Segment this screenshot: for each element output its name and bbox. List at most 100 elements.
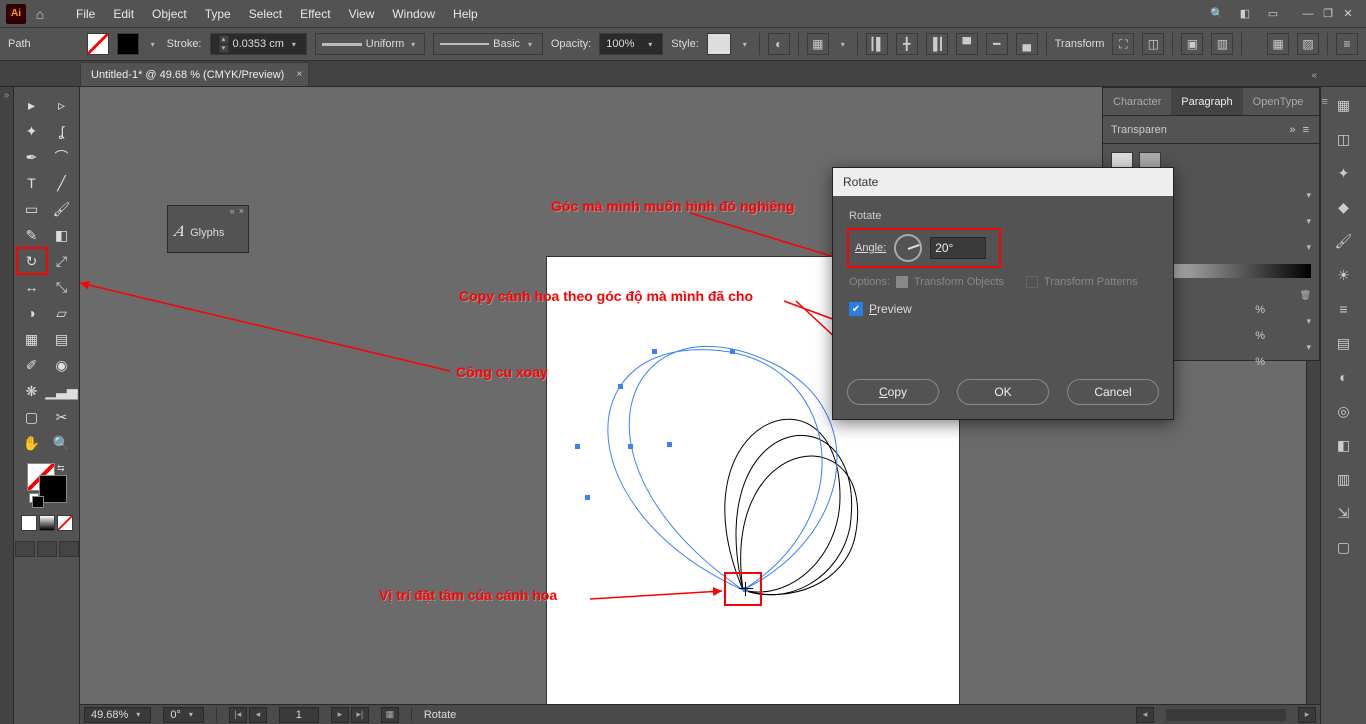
prev-artboard[interactable]: ◂	[249, 707, 267, 723]
menu-edit[interactable]: Edit	[105, 3, 142, 25]
menu-file[interactable]: File	[68, 3, 103, 25]
shape-builder-tool[interactable]: ◑	[18, 301, 46, 325]
zoom-field[interactable]: 49.68%▾	[84, 707, 151, 723]
angle-dial[interactable]	[894, 234, 922, 262]
color-icon[interactable]: ✦	[1330, 161, 1358, 185]
symbol-sprayer-tool[interactable]: ❋	[18, 379, 46, 403]
curvature-tool[interactable]: ⌒	[48, 145, 76, 169]
draw-inside[interactable]	[59, 541, 79, 557]
trash-icon[interactable]: 🗑	[1300, 290, 1311, 301]
color-mode-none[interactable]	[57, 515, 73, 531]
row-c-dd[interactable]: ▾	[1306, 242, 1311, 253]
symbols-icon[interactable]: ☀	[1330, 263, 1358, 287]
tool-collapse-strip[interactable]: »	[0, 87, 14, 724]
align-dd[interactable]: ▾	[837, 40, 849, 49]
artboard-number[interactable]: 1	[279, 707, 319, 723]
fill-stroke-control[interactable]: ⇆	[27, 463, 67, 503]
style-dd[interactable]: ▾	[739, 40, 751, 49]
zoom-tool[interactable]: 🔍	[48, 431, 76, 455]
gradient-icon[interactable]: ▤	[1330, 331, 1358, 355]
draw-normal[interactable]	[15, 541, 35, 557]
next-artboard[interactable]: ▸	[331, 707, 349, 723]
prefs-icon[interactable]: ≡	[1336, 33, 1358, 55]
style-swatch[interactable]	[707, 33, 731, 55]
align-hcenter-icon[interactable]: ╋	[896, 33, 918, 55]
stroke-dd[interactable]: ▾	[147, 40, 159, 49]
default-fill-stroke-icon[interactable]	[29, 493, 39, 503]
last-artboard[interactable]: ▸|	[351, 707, 369, 723]
perspective-tool[interactable]: ▱	[48, 301, 76, 325]
close-tab-icon[interactable]: ×	[297, 69, 303, 80]
brushes-icon[interactable]: 🖌	[1330, 229, 1358, 253]
lasso-tool[interactable]: ʆ	[48, 119, 76, 143]
panel-expand-icon[interactable]: » ≡	[1289, 124, 1311, 136]
snap-icon[interactable]: ▨	[1297, 33, 1319, 55]
workspace-icon[interactable]: ▭	[1262, 3, 1284, 25]
search-icon[interactable]: 🔍	[1206, 3, 1228, 25]
angle-input[interactable]: 20°	[930, 237, 986, 259]
menu-object[interactable]: Object	[144, 3, 195, 25]
stroke-swatch[interactable]	[117, 33, 139, 55]
tab-character[interactable]: Character	[1103, 88, 1171, 115]
pen-tool[interactable]: ✒	[18, 145, 46, 169]
menu-select[interactable]: Select	[241, 3, 290, 25]
document-tab[interactable]: Untitled-1* @ 49.68 % (CMYK/Preview) ×	[80, 62, 309, 86]
selection-tool[interactable]: ▸	[18, 93, 46, 117]
window-minimize[interactable]: —	[1300, 6, 1316, 22]
type-tool[interactable]: T	[18, 171, 46, 195]
transform-label[interactable]: Transform	[1055, 38, 1105, 50]
ok-button[interactable]: OK	[957, 379, 1049, 405]
panel-collapse-icon[interactable]: «	[230, 206, 235, 220]
h-scrollbar[interactable]	[1166, 709, 1286, 721]
eyedropper-tool[interactable]: ✐	[18, 353, 46, 377]
menu-type[interactable]: Type	[197, 3, 239, 25]
brush-dd[interactable]: Basic▾	[433, 33, 543, 55]
scroll-right[interactable]: ▸	[1298, 707, 1316, 723]
blend-tool[interactable]: ◉	[48, 353, 76, 377]
shape-mode-icon[interactable]: ⛶	[1112, 33, 1134, 55]
align-bottom-icon[interactable]: ▄	[1016, 33, 1038, 55]
tab-opentype[interactable]: OpenType	[1243, 88, 1314, 115]
panel-menu-icon[interactable]: ≡	[1313, 88, 1335, 115]
rotate-view-field[interactable]: 0°▾	[163, 707, 204, 723]
graph-tool[interactable]: ▁▃▅	[48, 379, 76, 403]
artboards-icon[interactable]: ▢	[1330, 535, 1358, 559]
grid-icon[interactable]: ▦	[1267, 33, 1289, 55]
direct-select-tool[interactable]: ▹	[48, 93, 76, 117]
opacity-field[interactable]: 100%▾	[599, 33, 663, 55]
magic-wand-tool[interactable]: ✦	[18, 119, 46, 143]
slice-tool[interactable]: ✂	[48, 405, 76, 429]
eraser-tool[interactable]: ◧	[48, 223, 76, 247]
properties-icon[interactable]: ◫	[1330, 127, 1358, 151]
clip-icon[interactable]: ▣	[1181, 33, 1203, 55]
preview-checkbox[interactable]: ✔	[849, 302, 863, 316]
swap-fill-stroke-icon[interactable]: ⇆	[57, 463, 65, 474]
scale-tool[interactable]: ⤢	[48, 249, 76, 273]
glyphs-panel[interactable]: «× 𝐴Glyphs	[167, 205, 249, 253]
align-right-icon[interactable]: ▐┃	[926, 33, 948, 55]
fill-swatch[interactable]	[87, 33, 109, 55]
color-mode-solid[interactable]	[21, 515, 37, 531]
stroke-weight[interactable]: ▴▾ 0.0353 cm▾	[210, 33, 307, 55]
window-close[interactable]: ✕	[1340, 6, 1356, 22]
first-artboard[interactable]: |◂	[229, 707, 247, 723]
stroke-icon[interactable]: ≡	[1330, 297, 1358, 321]
swatches-icon[interactable]: ◆	[1330, 195, 1358, 219]
color-mode-gradient[interactable]	[39, 515, 55, 531]
mask-icon[interactable]: ▥	[1211, 33, 1233, 55]
profile-dd[interactable]: Uniform▾	[315, 33, 425, 55]
tab-paragraph[interactable]: Paragraph	[1171, 88, 1242, 115]
menu-view[interactable]: View	[341, 3, 383, 25]
panel-close-icon[interactable]: ×	[239, 206, 244, 220]
transparency-icon[interactable]: ◐	[1330, 365, 1358, 389]
layers-icon[interactable]: ▥	[1330, 467, 1358, 491]
align-top-icon[interactable]: ▀	[956, 33, 978, 55]
graphic-styles-icon[interactable]: ◧	[1330, 433, 1358, 457]
menu-window[interactable]: Window	[384, 3, 443, 25]
row-b-dd[interactable]: ▾	[1306, 216, 1311, 227]
rotate-tool[interactable]: ↻	[18, 249, 46, 273]
shaper-tool[interactable]: ✎	[18, 223, 46, 247]
menu-effect[interactable]: Effect	[292, 3, 338, 25]
brush-tool[interactable]: 🖌	[48, 197, 76, 221]
tab-transparency[interactable]: Transparen	[1111, 124, 1167, 136]
